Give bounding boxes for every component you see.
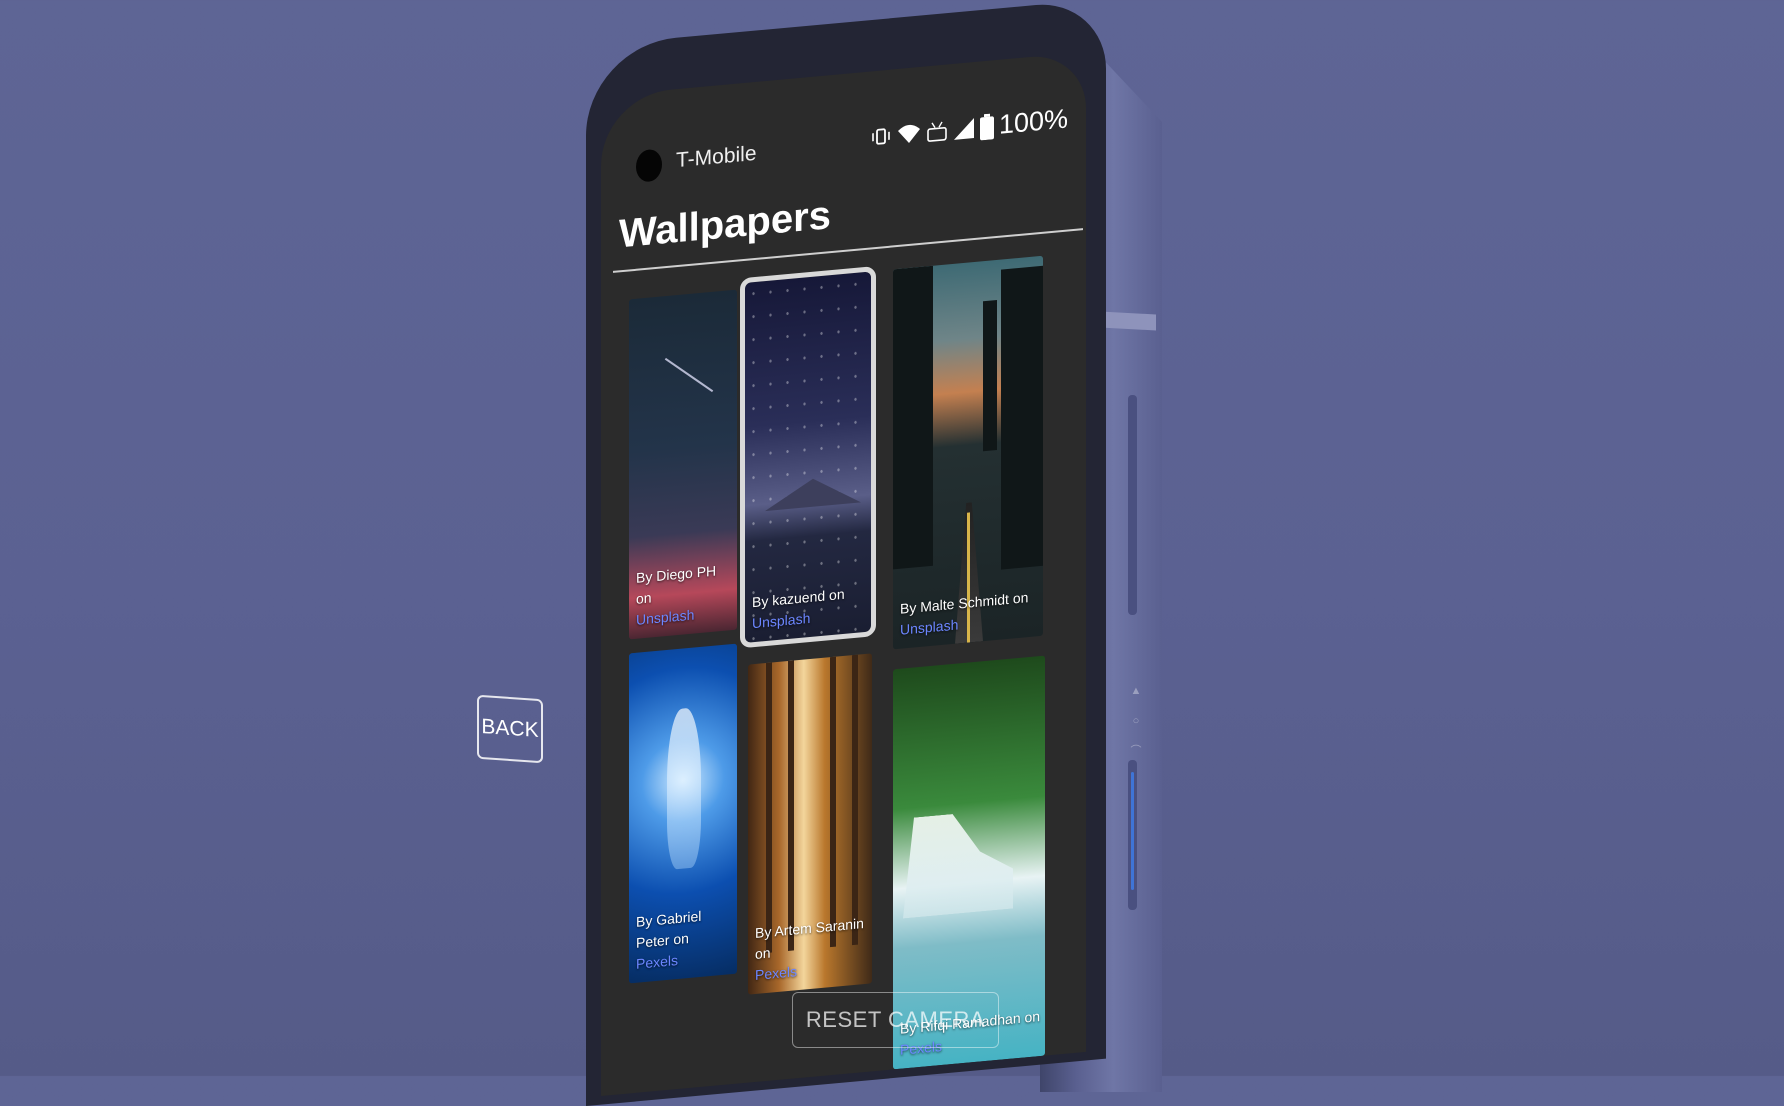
building-left <box>893 265 933 570</box>
carrier-label: T-Mobile <box>676 141 757 173</box>
status-icons: 100% <box>870 103 1068 152</box>
side-button-icons: ▲ ○ ⌒ <box>1130 685 1142 757</box>
volte-icon <box>927 121 947 142</box>
building-right <box>1001 265 1043 570</box>
tree-trunk <box>788 660 794 951</box>
front-camera <box>636 148 662 183</box>
page-title: Wallpapers <box>619 193 831 257</box>
wallpaper-tile-selected[interactable]: By kazuend on Unsplash <box>740 266 876 649</box>
credit-text: By Diego PH on <box>636 562 717 607</box>
wifi-icon <box>897 124 920 143</box>
water-jet <box>667 706 701 870</box>
credit-text: By Artem Saranin on <box>755 915 864 962</box>
battery-percentage: 100% <box>998 103 1068 140</box>
back-button[interactable]: BACK <box>477 694 543 764</box>
vibrate-icon <box>872 127 890 145</box>
wallpaper-credit: By Gabriel Peter on Pexels <box>636 903 733 975</box>
wallpaper-credit: By Malte Schmidt on Unsplash <box>900 586 1039 641</box>
power-button-accent <box>1131 772 1134 890</box>
tree-trunk <box>852 654 858 946</box>
wallpaper-tile[interactable]: By Artem Saranin on Pexels <box>748 653 872 995</box>
signal-icon <box>953 117 974 140</box>
wallpaper-credit: By Artem Saranin on Pexels <box>755 913 868 986</box>
credit-text: By Gabriel Peter on <box>636 907 702 951</box>
shooting-star <box>664 357 714 393</box>
volume-button <box>1128 395 1137 615</box>
phone-side-band <box>1100 311 1156 331</box>
wallpaper-tile[interactable]: By Malte Schmidt on Unsplash <box>893 255 1043 650</box>
tree-trunk <box>766 662 772 953</box>
wallpaper-credit: By Diego PH on Unsplash <box>636 559 733 631</box>
reset-camera-button[interactable]: RESET CAMERA <box>792 992 999 1048</box>
phone-screen: T-Mobile 100% Wallpapers By Diego PH on … <box>601 51 1086 1096</box>
credit-source-link[interactable]: Pexels <box>755 955 868 986</box>
wallpaper-tile[interactable]: By Gabriel Peter on Pexels <box>629 643 737 984</box>
waterfall <box>903 809 1013 919</box>
wallpaper-tile[interactable]: By Diego PH on Unsplash <box>629 289 737 640</box>
skyscraper <box>983 299 997 452</box>
tree-trunk <box>830 656 836 948</box>
battery-icon <box>979 113 994 140</box>
